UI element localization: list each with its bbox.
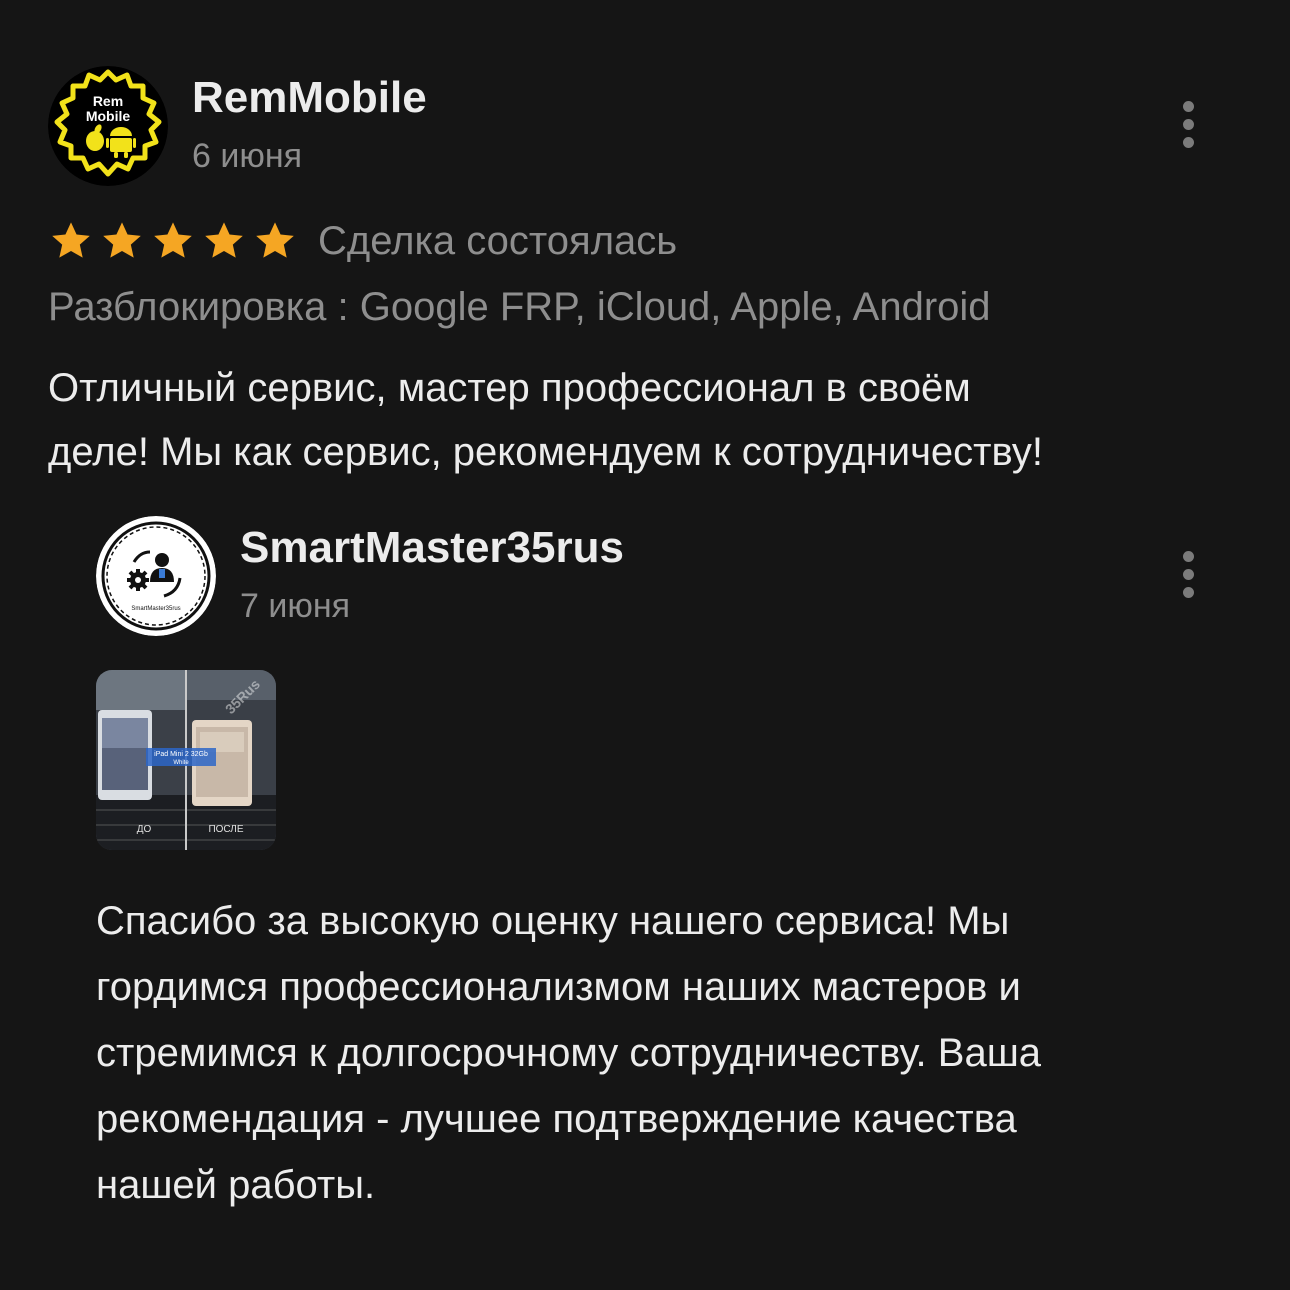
review-text-line: деле! Мы как сервис, рекомендуем к сотру… — [48, 430, 1043, 474]
service-category: Разблокировка : Google FRP, iCloud, Appl… — [48, 285, 991, 329]
reply-more-button[interactable] — [1168, 544, 1208, 604]
gear-icon — [127, 569, 149, 591]
before-after-photo: iPad Mini 2 32Gb White 35Rus ДО ПОСЛЕ — [96, 670, 276, 850]
logo-caption: SmartMaster35rus — [131, 606, 180, 612]
remmobile-logo: Rem Mobile — [48, 66, 168, 186]
review-text: Отличный сервис, мастер профессионал в с… — [48, 356, 1248, 484]
reviewer-avatar[interactable]: Rem Mobile — [48, 66, 168, 186]
review-date: 6 июня — [192, 137, 303, 175]
star-icon — [256, 222, 294, 258]
after-label: ПОСЛЕ — [208, 824, 243, 835]
device-label: iPad Mini 2 32Gb — [154, 751, 208, 758]
review-more-button[interactable] — [1168, 94, 1208, 154]
rating-stars — [48, 216, 298, 266]
device-label-color: White — [173, 760, 189, 766]
logo-text-mobile: Mobile — [86, 108, 131, 124]
smartmaster-logo: SmartMaster35rus — [96, 516, 216, 636]
before-label: ДО — [137, 824, 152, 835]
seller-name[interactable]: SmartMaster35rus — [240, 522, 624, 574]
more-vertical-icon — [1182, 550, 1194, 562]
reply-text-line: рекомендация - лучшее подтверждение каче… — [96, 1097, 1017, 1141]
reply-text: Спасибо за высокую оценку нашего сервиса… — [96, 888, 1256, 1218]
seller-avatar[interactable]: SmartMaster35rus — [96, 516, 216, 636]
reply-text-line: гордимся профессионализмом наших мастеро… — [96, 965, 1021, 1009]
star-icon — [52, 222, 90, 258]
star-icon — [205, 222, 243, 258]
reply-photo-thumbnail[interactable]: iPad Mini 2 32Gb White 35Rus ДО ПОСЛЕ — [96, 670, 276, 850]
star-icon — [154, 222, 192, 258]
reply-text-line: нашей работы. — [96, 1163, 376, 1207]
more-vertical-icon — [1182, 100, 1194, 112]
review-text-line: Отличный сервис, мастер профессионал в с… — [48, 366, 971, 410]
reviewer-name[interactable]: RemMobile — [192, 72, 427, 124]
reply-text-line: Спасибо за высокую оценку нашего сервиса… — [96, 899, 1010, 943]
deal-status: Сделка состоялась — [318, 219, 678, 263]
logo-text-rem: Rem — [93, 93, 123, 109]
reply-text-line: стремимся к долгосрочному сотрудничеству… — [96, 1031, 1042, 1075]
star-icon — [103, 222, 141, 258]
reply-date: 7 июня — [240, 587, 351, 625]
